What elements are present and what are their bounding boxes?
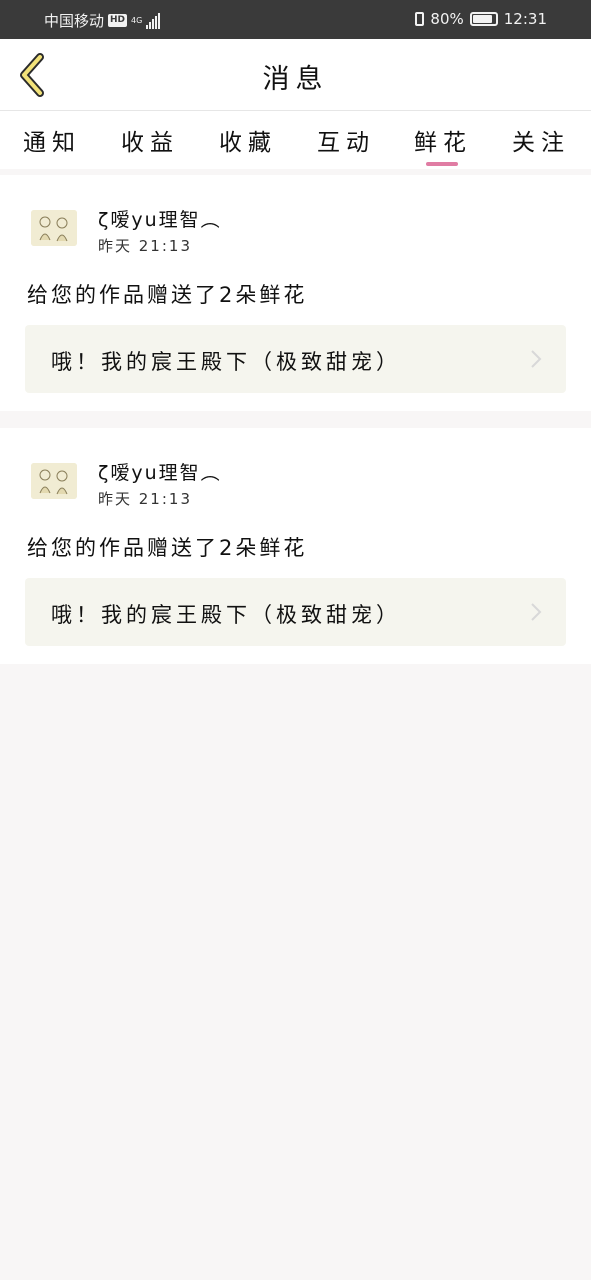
tab-following[interactable]: 关注 (501, 123, 581, 157)
active-tab-indicator (426, 162, 458, 166)
tab-bar: 通知 收益 收藏 互动 鲜花 关注 (0, 111, 591, 169)
page-title: 消息 (262, 64, 329, 95)
network-type: 4G (131, 16, 143, 25)
clock: 12:31 (503, 10, 547, 28)
timestamp: 昨天 21:13 (98, 490, 192, 508)
vibrate-icon (415, 12, 425, 26)
message-card: ζ嗳yu理智︵ 昨天 21:13 给您的作品赠送了2朵鲜花 哦！我的宸王殿下（极… (0, 175, 591, 411)
work-link[interactable]: 哦！我的宸王殿下（极致甜宠） (25, 325, 566, 393)
tab-flowers[interactable]: 鲜花 (403, 123, 483, 157)
tab-interactions[interactable]: 互动 (306, 123, 386, 157)
signal-icon (146, 12, 161, 29)
tab-favorites[interactable]: 收藏 (208, 123, 288, 157)
work-title: 哦！我的宸王殿下（极致甜宠） (51, 603, 401, 627)
chevron-right-icon (531, 350, 542, 368)
chevron-right-icon (531, 603, 542, 621)
status-bar: 中国移动 HD 4G 80% 12:31 (0, 0, 591, 39)
avatar[interactable] (31, 463, 77, 499)
username[interactable]: ζ嗳yu理智︵ (98, 205, 222, 232)
avatar-image (31, 210, 77, 246)
hd-badge: HD (108, 14, 128, 27)
timestamp: 昨天 21:13 (98, 237, 192, 255)
avatar-image (31, 463, 77, 499)
tab-notifications[interactable]: 通知 (12, 123, 92, 157)
battery-percent: 80% (430, 10, 464, 28)
nav-bar: 消息 (0, 39, 591, 111)
avatar[interactable] (31, 210, 77, 246)
work-title: 哦！我的宸王殿下（极致甜宠） (51, 350, 401, 374)
battery-icon (469, 12, 498, 26)
carrier-name: 中国移动 (44, 12, 105, 30)
message-text: 给您的作品赠送了2朵鲜花 (27, 283, 308, 307)
work-link[interactable]: 哦！我的宸王殿下（极致甜宠） (25, 578, 566, 646)
message-card: ζ嗳yu理智︵ 昨天 21:13 给您的作品赠送了2朵鲜花 哦！我的宸王殿下（极… (0, 428, 591, 664)
tab-earnings[interactable]: 收益 (110, 123, 190, 157)
username[interactable]: ζ嗳yu理智︵ (98, 458, 222, 485)
message-text: 给您的作品赠送了2朵鲜花 (27, 536, 308, 560)
